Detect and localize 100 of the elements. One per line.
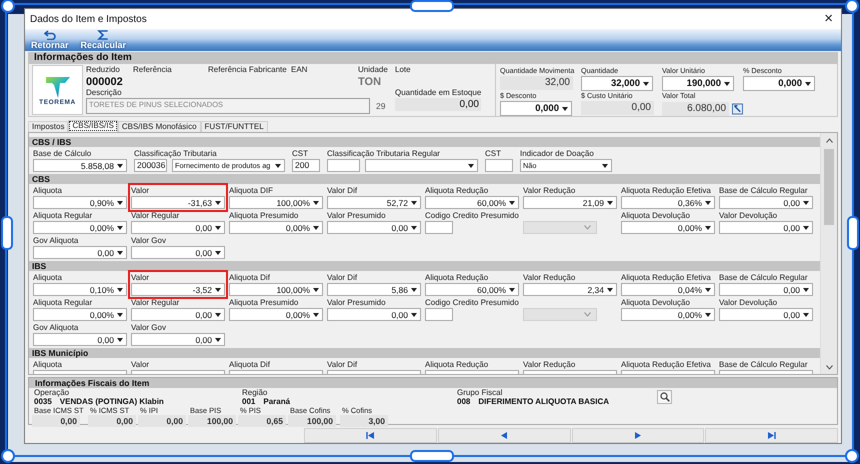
- spin-field[interactable]: 0,000: [500, 101, 572, 116]
- spin-field[interactable]: 0,00: [327, 221, 421, 234]
- dropdown-arrow-icon[interactable]: [509, 288, 515, 292]
- spin-field[interactable]: 5,86: [327, 283, 421, 296]
- spin-field[interactable]: 0,00%: [621, 221, 715, 234]
- dropdown-arrow-icon[interactable]: [803, 200, 809, 204]
- spin-field[interactable]: 2,34: [523, 283, 617, 296]
- dropdown-arrow-icon[interactable]: [705, 200, 711, 204]
- tab[interactable]: CBS/IBS/IS: [68, 120, 118, 132]
- spin-field[interactable]: 0,36%: [621, 196, 715, 209]
- text-field[interactable]: [485, 159, 513, 172]
- dropdown-arrow-icon[interactable]: [803, 226, 809, 230]
- dropdown-arrow-icon[interactable]: [215, 200, 221, 204]
- spin-field[interactable]: 0,00%: [229, 308, 323, 321]
- spin-field[interactable]: 0,00: [33, 246, 127, 259]
- spin-field[interactable]: 52,72: [327, 196, 421, 209]
- spin-field[interactable]: 100,00%: [229, 283, 323, 296]
- dropdown-arrow-icon[interactable]: [313, 312, 319, 316]
- dropdown-arrow-icon[interactable]: [411, 226, 417, 230]
- dropdown-arrow-icon[interactable]: [215, 250, 221, 254]
- spin-field[interactable]: 0,000: [743, 76, 815, 91]
- dropdown-arrow-icon[interactable]: [411, 288, 417, 292]
- spin-field[interactable]: 0,00: [131, 308, 225, 321]
- spin-field[interactable]: 0,00: [131, 246, 225, 259]
- spin-field[interactable]: 0,00: [719, 196, 813, 209]
- spin-field[interactable]: 0,00: [131, 333, 225, 346]
- dropdown-arrow-icon[interactable]: [117, 312, 123, 316]
- spin-field[interactable]: 0,00%: [33, 221, 127, 234]
- resize-handle[interactable]: [410, 0, 454, 12]
- dropdown-arrow-icon[interactable]: [411, 312, 417, 316]
- dropdown-arrow-icon[interactable]: [705, 226, 711, 230]
- scrollbar[interactable]: [820, 133, 837, 374]
- resize-handle[interactable]: [845, 449, 859, 463]
- dropdown-arrow-icon[interactable]: [117, 164, 123, 168]
- spin-field[interactable]: 0,10%: [33, 283, 127, 296]
- scroll-up-icon[interactable]: [826, 138, 832, 142]
- spin-field[interactable]: -3,52: [131, 283, 225, 296]
- text-field[interactable]: [425, 308, 453, 321]
- spin-field[interactable]: 0,90%: [33, 196, 127, 209]
- dropdown-arrow-icon[interactable]: [215, 312, 221, 316]
- close-button[interactable]: ×: [820, 11, 837, 27]
- search-button[interactable]: [657, 390, 672, 404]
- spin-field[interactable]: 190,000: [662, 76, 734, 91]
- dropdown-arrow-icon[interactable]: [602, 164, 608, 168]
- spin-field[interactable]: 0,00%: [33, 308, 127, 321]
- dropdown-arrow-icon[interactable]: [215, 288, 221, 292]
- spin-field[interactable]: 0,04%: [621, 283, 715, 296]
- dropdown-arrow-icon[interactable]: [705, 288, 711, 292]
- dropdown-arrow-icon[interactable]: [215, 338, 221, 342]
- spin-field[interactable]: 0,00: [327, 308, 421, 321]
- text-field[interactable]: 200036: [134, 159, 167, 172]
- spin-field[interactable]: 0,00%: [621, 308, 715, 321]
- dropdown-arrow-icon[interactable]: [313, 226, 319, 230]
- dropdown-arrow-icon[interactable]: [509, 200, 515, 204]
- dropdown-arrow-icon[interactable]: [117, 338, 123, 342]
- spin-field[interactable]: 32,000: [581, 76, 653, 91]
- dropdown-arrow-icon[interactable]: [313, 288, 319, 292]
- spin-field[interactable]: 5.858,08: [33, 159, 127, 172]
- dropdown-arrow-icon[interactable]: [643, 82, 649, 86]
- dropdown-arrow-icon[interactable]: [705, 312, 711, 316]
- dropdown-arrow-icon[interactable]: [275, 164, 281, 168]
- spin-field[interactable]: 60,00%: [425, 283, 519, 296]
- dropdown-field[interactable]: [365, 159, 478, 172]
- spin-field[interactable]: 0,00: [719, 221, 813, 234]
- dropdown-arrow-icon[interactable]: [562, 106, 568, 110]
- text-field[interactable]: [327, 159, 360, 172]
- spin-field[interactable]: 0,00: [33, 333, 127, 346]
- scroll-thumb[interactable]: [824, 149, 834, 225]
- dropdown-arrow-icon[interactable]: [468, 164, 474, 168]
- tab[interactable]: CBS/IBS Monofásico: [118, 121, 201, 132]
- text-field[interactable]: 200: [292, 159, 320, 172]
- tab[interactable]: FUST/FUNTTEL: [200, 121, 268, 132]
- dropdown-arrow-icon[interactable]: [724, 82, 730, 86]
- resize-handle[interactable]: [1, 449, 15, 463]
- resize-handle[interactable]: [847, 216, 859, 250]
- dropdown-arrow-icon[interactable]: [215, 226, 221, 230]
- spin-field[interactable]: 21,09: [523, 196, 617, 209]
- edit-icon[interactable]: [732, 102, 743, 114]
- spin-field[interactable]: 0,00: [719, 308, 813, 321]
- spin-field[interactable]: 0,00%: [229, 221, 323, 234]
- dropdown-arrow-icon[interactable]: [313, 200, 319, 204]
- resize-handle[interactable]: [1, 0, 15, 13]
- spin-field[interactable]: -31,63: [131, 196, 225, 209]
- spin-field[interactable]: 0,00: [131, 221, 225, 234]
- resize-handle[interactable]: [1, 216, 13, 250]
- dropdown-arrow-icon[interactable]: [117, 226, 123, 230]
- resize-handle[interactable]: [410, 450, 454, 462]
- dropdown-arrow-icon[interactable]: [411, 200, 417, 204]
- dropdown-arrow-icon[interactable]: [803, 288, 809, 292]
- spin-field[interactable]: 60,00%: [425, 196, 519, 209]
- dropdown-arrow-icon[interactable]: [117, 200, 123, 204]
- dropdown-arrow-icon[interactable]: [117, 288, 123, 292]
- spin-field[interactable]: 0,00: [719, 283, 813, 296]
- dropdown-arrow-icon[interactable]: [607, 288, 613, 292]
- dropdown-arrow-icon[interactable]: [805, 82, 811, 86]
- scroll-down-icon[interactable]: [826, 364, 832, 370]
- text-field[interactable]: [425, 221, 453, 234]
- spin-field[interactable]: 100,00%: [229, 196, 323, 209]
- dropdown-arrow-icon[interactable]: [803, 312, 809, 316]
- tab[interactable]: Impostos: [28, 121, 68, 132]
